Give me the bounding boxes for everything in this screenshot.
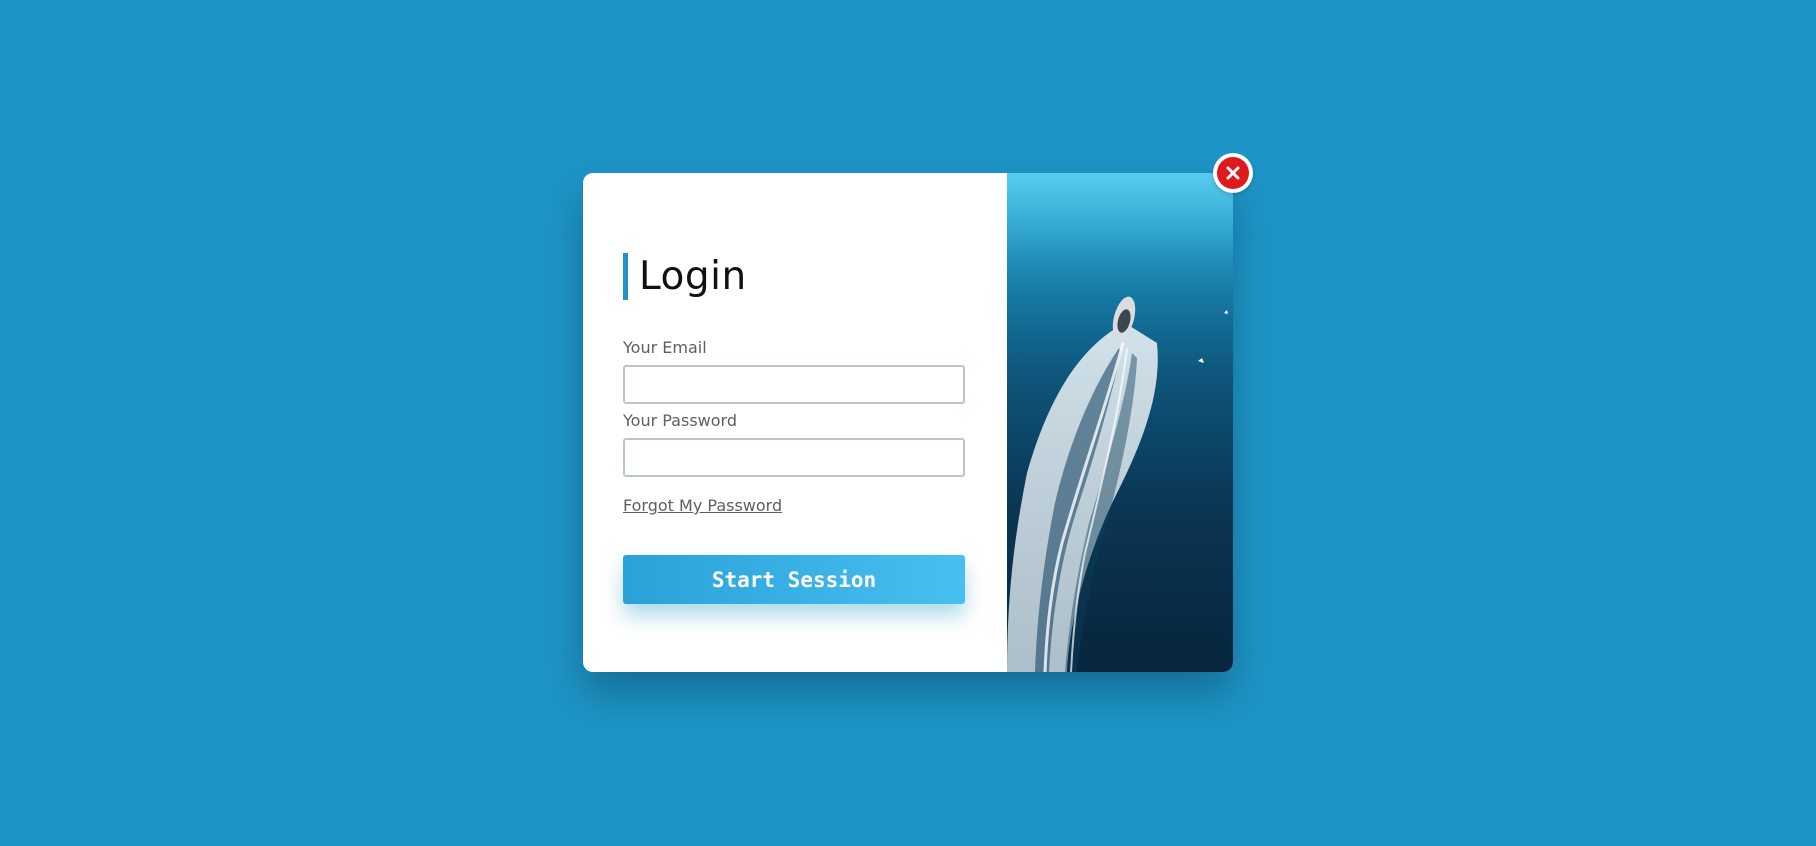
close-icon bbox=[1226, 166, 1240, 180]
close-icon-bg bbox=[1217, 157, 1249, 189]
login-modal: Login Your Email Your Password Forgot My… bbox=[583, 173, 1233, 672]
title-block: Login bbox=[623, 253, 747, 300]
hero-image bbox=[1007, 173, 1233, 672]
password-field[interactable] bbox=[623, 438, 965, 477]
password-label: Your Password bbox=[623, 411, 737, 430]
title-accent-bar bbox=[623, 253, 628, 300]
boat-wake-illustration bbox=[1007, 173, 1233, 672]
close-button[interactable] bbox=[1213, 153, 1253, 193]
forgot-password-link[interactable]: Forgot My Password bbox=[623, 496, 782, 515]
page-title: Login bbox=[639, 254, 747, 299]
email-field[interactable] bbox=[623, 365, 965, 404]
start-session-button[interactable]: Start Session bbox=[623, 555, 965, 604]
login-form: Login Your Email Your Password Forgot My… bbox=[583, 173, 1007, 672]
email-label: Your Email bbox=[623, 338, 707, 357]
